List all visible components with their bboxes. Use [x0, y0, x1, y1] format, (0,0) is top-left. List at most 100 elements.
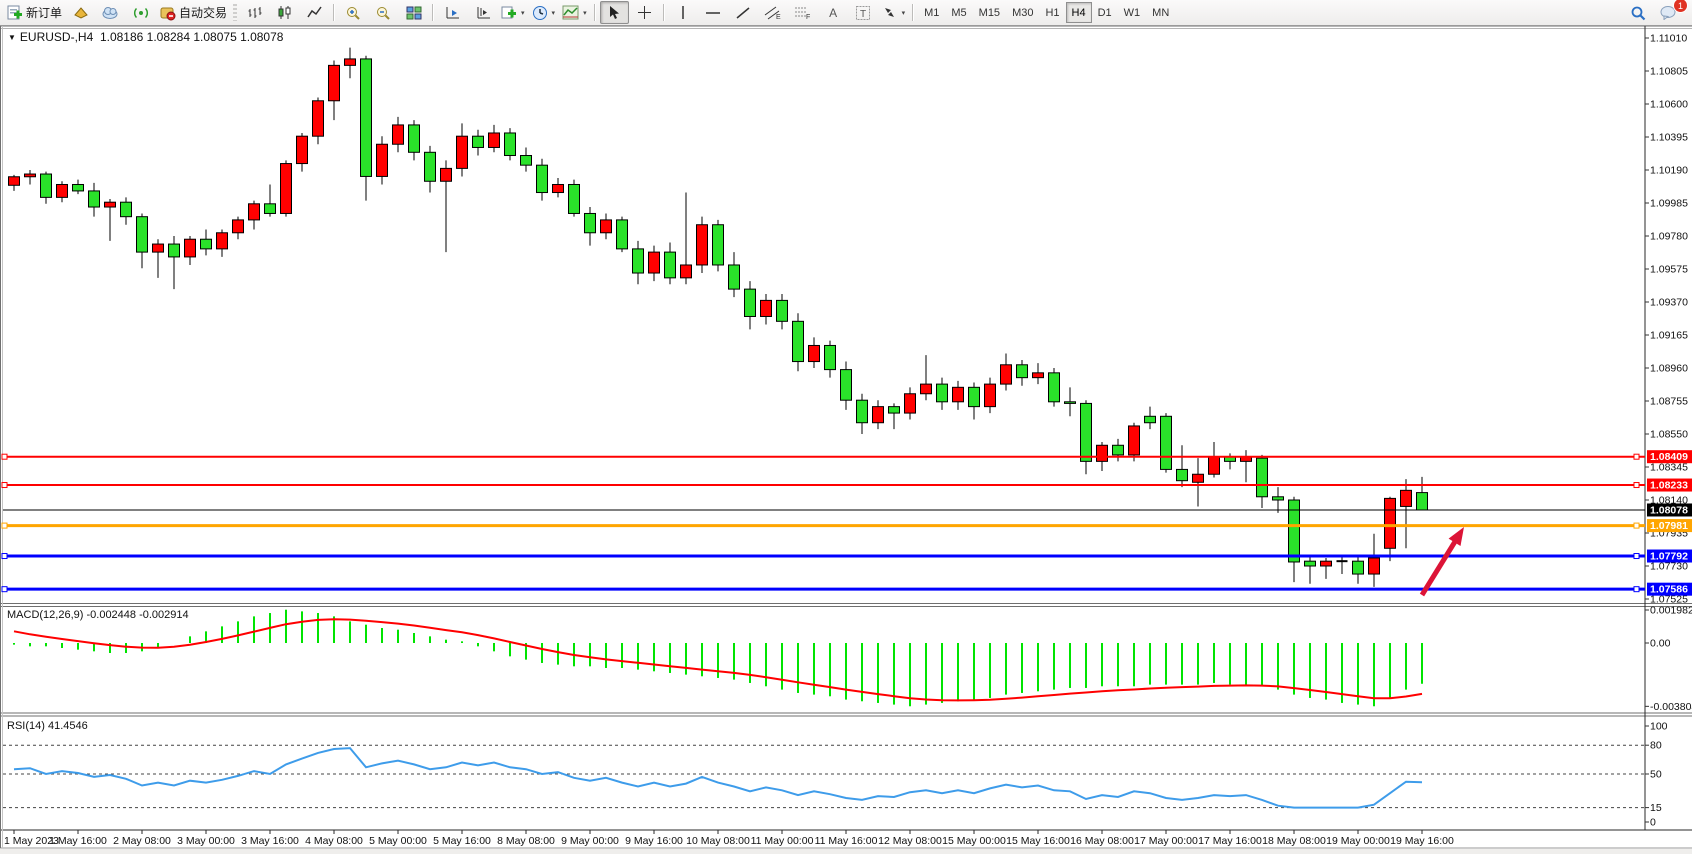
candle — [1257, 455, 1268, 508]
line-handle[interactable] — [1634, 454, 1639, 459]
chart-shift-button[interactable] — [468, 1, 497, 24]
timeframe-m1-button[interactable]: M1 — [918, 2, 945, 23]
line-handle[interactable] — [2, 554, 7, 559]
trend-arrow[interactable] — [1422, 527, 1464, 595]
arrows-tool-button[interactable]: ▾ — [879, 1, 909, 24]
line-handle[interactable] — [2, 523, 7, 528]
candle — [281, 160, 292, 216]
symbol-dropdown-icon[interactable]: ▼ — [8, 33, 16, 42]
text-tool-button[interactable]: A — [819, 1, 848, 24]
candle-body — [553, 184, 564, 192]
publish-tool-button[interactable] — [96, 1, 125, 24]
candle — [713, 220, 724, 272]
candle-body — [857, 400, 868, 423]
price-tick-label: 1.11010 — [1650, 33, 1687, 45]
timeframe-h4-button[interactable]: H4 — [1066, 2, 1092, 23]
chat-button[interactable]: 1 — [1654, 1, 1683, 24]
candle-body — [137, 217, 148, 252]
horizontal-line[interactable]: 1.08409 — [2, 450, 1692, 463]
line-handle[interactable] — [2, 483, 7, 488]
line-chart-button[interactable] — [300, 1, 329, 24]
macd-indicator-label: MACD(12,26,9) -0.002448 -0.002914 — [7, 609, 189, 621]
timeframe-mn-button[interactable]: MN — [1146, 2, 1175, 23]
text-label-button[interactable]: T — [849, 1, 878, 24]
candle — [1113, 439, 1124, 462]
horizontal-line[interactable]: 1.07981 — [2, 519, 1692, 532]
timeframe-m5-button[interactable]: M5 — [945, 2, 972, 23]
horizontal-line[interactable]: 1.07792 — [2, 550, 1692, 563]
new-order-icon — [6, 5, 23, 21]
candle — [1401, 479, 1412, 548]
zoom-out-button[interactable] — [369, 1, 398, 24]
time-tick-label: 5 May 00:00 — [369, 835, 427, 847]
cursor-button[interactable] — [600, 1, 629, 24]
candle-body — [329, 65, 340, 100]
horizontal-line[interactable]: 1.07586 — [2, 583, 1692, 596]
candle-body — [777, 300, 788, 321]
timeframe-m30-button[interactable]: M30 — [1006, 2, 1039, 23]
equidistant-channel-button[interactable]: E — [759, 1, 788, 24]
candle-body — [393, 125, 404, 144]
bar-chart-button[interactable] — [240, 1, 269, 24]
candle — [745, 281, 756, 329]
zoom-in-button[interactable] — [339, 1, 368, 24]
horizontal-line[interactable]: 1.08233 — [2, 479, 1692, 492]
history-tool-button[interactable] — [66, 1, 95, 24]
candle-body — [89, 191, 100, 207]
search-button[interactable] — [1624, 1, 1653, 24]
candle — [201, 230, 212, 256]
candle-body — [585, 213, 596, 232]
line-handle[interactable] — [2, 587, 7, 592]
cursor-icon — [607, 5, 621, 20]
candlestick-chart-button[interactable] — [270, 1, 299, 24]
candle-body — [985, 384, 996, 407]
timeframe-d1-button[interactable]: D1 — [1092, 2, 1118, 23]
line-handle[interactable] — [2, 454, 7, 459]
candle — [1241, 450, 1252, 482]
auto-trading-label: 自动交易 — [179, 4, 227, 21]
chart-canvas[interactable]: 1.110101.108051.106001.103951.101901.099… — [0, 0, 1692, 854]
signal-tool-button[interactable] — [126, 1, 155, 24]
timeframe-w1-button[interactable]: W1 — [1118, 2, 1147, 23]
timeframe-group: M1M5M15M30H1H4D1W1MN — [918, 2, 1175, 23]
candle-body — [409, 125, 420, 152]
new-chart-button[interactable]: ▾ — [498, 1, 528, 24]
toolbar-separator — [432, 4, 434, 21]
auto-trading-button[interactable]: 自动交易 — [156, 1, 230, 24]
candle — [153, 239, 164, 278]
candle — [313, 98, 324, 145]
indicators-button[interactable]: ▾ — [559, 1, 590, 24]
tile-windows-button[interactable] — [399, 1, 428, 24]
line-handle[interactable] — [1634, 554, 1639, 559]
chart-shift-icon — [475, 5, 491, 20]
crosshair-icon — [637, 5, 652, 20]
vertical-line-button[interactable] — [669, 1, 698, 24]
candle-body — [617, 220, 628, 249]
candle-body — [105, 202, 116, 207]
crosshair-button[interactable] — [630, 1, 659, 24]
trendline-button[interactable] — [729, 1, 758, 24]
periods-button[interactable]: ▾ — [529, 1, 559, 24]
time-tick-label: 16 May 08:00 — [1070, 835, 1134, 847]
candle — [377, 136, 388, 184]
auto-scroll-button[interactable] — [438, 1, 467, 24]
price-tick-label: 1.10190 — [1650, 165, 1688, 177]
fibonacci-button[interactable]: F — [789, 1, 818, 24]
candle-body — [521, 156, 532, 166]
candle-body — [1209, 457, 1220, 475]
candle — [73, 180, 84, 194]
chevron-down-icon: ▾ — [902, 9, 906, 17]
line-handle[interactable] — [1634, 523, 1639, 528]
horizontal-line-button[interactable] — [699, 1, 728, 24]
time-tick-label: 15 May 16:00 — [1006, 835, 1070, 847]
timeframe-h1-button[interactable]: H1 — [1039, 2, 1065, 23]
line-handle[interactable] — [1634, 483, 1639, 488]
candle-body — [9, 177, 20, 186]
timeframe-m15-button[interactable]: M15 — [973, 2, 1006, 23]
new-order-button[interactable]: 新订单 — [3, 1, 65, 24]
candle — [1001, 354, 1012, 391]
time-axis[interactable]: 1 May 20231 May 16:002 May 08:003 May 00… — [4, 830, 1454, 847]
horizontal-line[interactable]: 1.08078 — [3, 503, 1692, 516]
line-handle[interactable] — [1634, 587, 1639, 592]
candle-body — [489, 133, 500, 147]
